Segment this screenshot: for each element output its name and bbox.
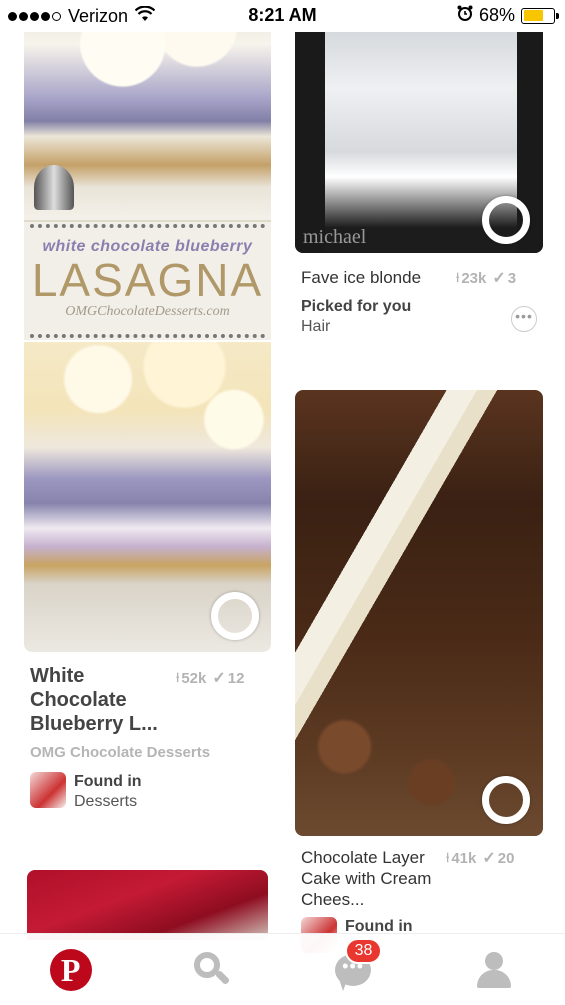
tries-count: ✓ 12: [212, 668, 244, 688]
battery-fill: [523, 10, 544, 21]
pushpin-icon: ⍿: [446, 850, 450, 865]
bottom-tab-bar: P ••• 38: [0, 933, 565, 1005]
status-bar: Verizon 8:21 AM 68%: [0, 0, 565, 32]
tries-value: 3: [507, 269, 517, 287]
dotted-border: [30, 224, 265, 228]
saves-value: 41k: [451, 849, 477, 867]
tries-count: ✓ 3: [492, 268, 516, 288]
saves-value: 23k: [461, 269, 487, 287]
pin-image-lasagna[interactable]: white chocolate blueberry LASAGNA OMGCho…: [24, 0, 271, 652]
battery-percent: 68%: [478, 5, 515, 25]
background-dark: [295, 0, 325, 253]
battery-icon: [521, 7, 559, 24]
pin-image-partial[interactable]: [27, 870, 268, 940]
picked-for-you[interactable]: Picked for you Hair: [301, 297, 411, 337]
pin-title[interactable]: White Chocolate Blueberry L...: [30, 664, 180, 736]
board-name: Desserts: [74, 793, 138, 810]
select-circle-icon[interactable]: [482, 776, 530, 824]
found-in-board[interactable]: Found in Desserts: [30, 772, 142, 812]
image-watermark: michael: [303, 226, 367, 248]
pin-stats: ⍿ 23k ✓ 3: [456, 268, 516, 288]
check-icon: ✓: [492, 270, 506, 287]
select-circle-icon[interactable]: [211, 592, 259, 640]
tab-profile[interactable]: [424, 934, 565, 1005]
picked-label: Picked for you: [301, 298, 412, 315]
saves-count: ⍿ 23k: [456, 270, 486, 287]
pin-title[interactable]: Fave ice blonde: [301, 267, 421, 288]
picked-topic: Hair: [301, 318, 331, 335]
alarm-icon: [457, 5, 473, 26]
dotted-border: [30, 334, 265, 338]
notification-badge: 38: [344, 938, 383, 964]
battery-info: 68%: [457, 5, 559, 26]
tries-count: ✓ 20: [482, 848, 514, 868]
image-title-band: white chocolate blueberry LASAGNA OMGCho…: [24, 222, 271, 340]
pin-stats: ⍿ 41k ✓ 20: [446, 848, 514, 868]
tries-value: 12: [227, 669, 245, 687]
search-icon: [193, 951, 231, 988]
more-options-icon[interactable]: •••: [511, 306, 537, 332]
check-icon: ✓: [212, 670, 226, 687]
pinterest-logo-icon: P: [49, 948, 92, 991]
pin-title[interactable]: Chocolate Layer Cake with Cream Chees...: [301, 847, 441, 910]
saves-count: ⍿ 41k: [446, 850, 476, 867]
saves-value: 52k: [181, 669, 207, 687]
found-label: Found in: [74, 773, 142, 790]
found-text: Found in Desserts: [74, 772, 142, 812]
check-icon: ✓: [482, 850, 496, 867]
select-circle-icon[interactable]: [482, 196, 530, 244]
image-text-big: LASAGNA: [31, 254, 264, 306]
spoon-graphic: [34, 165, 74, 210]
tab-search[interactable]: [141, 934, 282, 1005]
user-icon: [477, 951, 512, 988]
pushpin-icon: ⍿: [456, 270, 460, 285]
pin-feed: white chocolate blueberry LASAGNA OMGCho…: [0, 0, 565, 1005]
pin-stats: ⍿ 52k ✓ 12: [176, 668, 244, 688]
saves-count: ⍿ 52k: [176, 670, 206, 687]
pin-image-chocolate-cake[interactable]: [295, 390, 543, 836]
tab-messages[interactable]: ••• 38: [283, 934, 424, 1005]
image-text-site: OMGChocolateDesserts.com: [65, 304, 230, 320]
pushpin-icon: ⍿: [176, 670, 180, 685]
tries-value: 20: [497, 849, 515, 867]
pin-image-hair[interactable]: michael: [295, 0, 543, 253]
board-thumbnail: [30, 772, 66, 808]
pin-source[interactable]: OMG Chocolate Desserts: [30, 744, 210, 761]
tab-home[interactable]: P: [0, 934, 141, 1005]
